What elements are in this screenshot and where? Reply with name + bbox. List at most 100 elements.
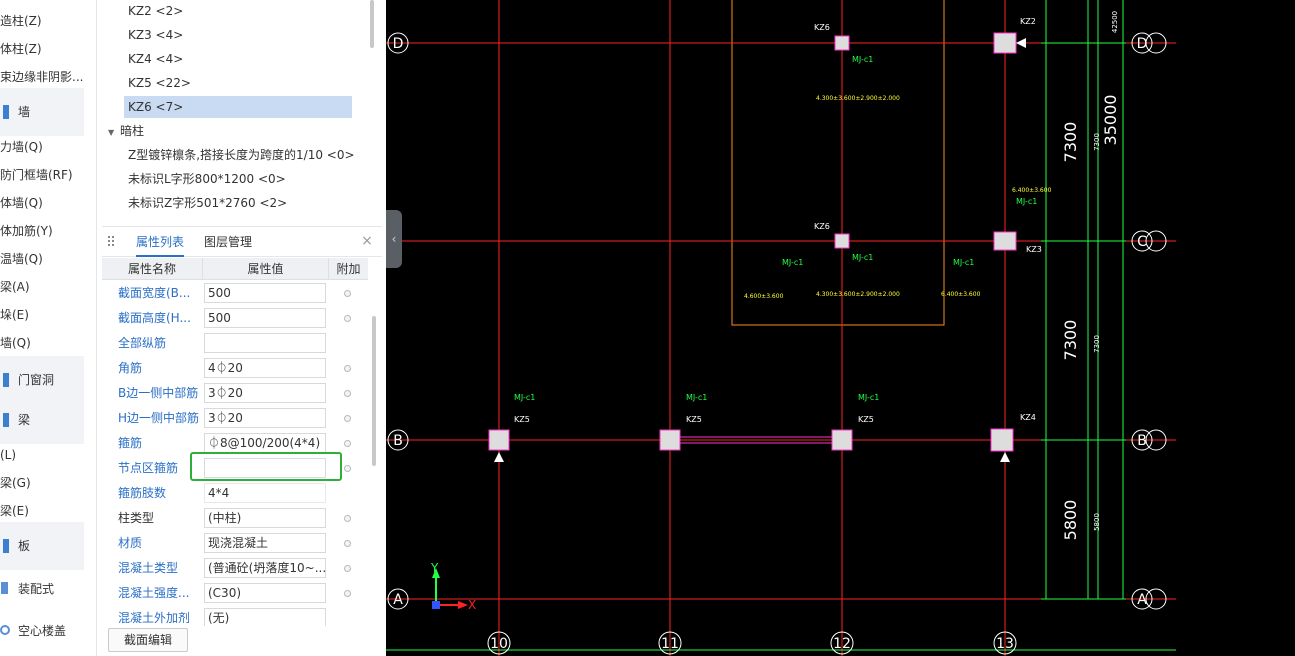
tag-kz5-a: KZ5	[514, 415, 530, 424]
nav-item-hollow-floor[interactable]: 空心楼盖	[18, 620, 66, 642]
prop-value-input[interactable]: 3⏀20	[204, 383, 326, 403]
prop-name: B边一侧中部筋	[118, 386, 199, 400]
nav-item-blast-door-wall[interactable]: 防门框墙(RF)	[0, 164, 73, 186]
nav-item-ring-beam[interactable]: 梁(G)	[0, 472, 31, 494]
prop-name: 箍筋肢数	[118, 486, 167, 500]
prop-name: 角筋	[118, 361, 143, 375]
tag-kz5-b: KZ5	[686, 415, 702, 424]
column-header-name: 属性名称	[127, 262, 176, 276]
nav-item-wall-q[interactable]: 墙(Q)	[0, 332, 31, 354]
vertical-dimension-lines	[1041, 0, 1126, 600]
prop-extra-checkbox[interactable]	[344, 390, 351, 397]
prop-value-input[interactable]: (C30)	[204, 583, 326, 603]
dim-small-7300-mid: 7300	[1093, 335, 1101, 353]
column-header-value: 属性值	[202, 258, 328, 280]
tree-item-l-shape[interactable]: 未标识L字形800*1200 <0>	[124, 168, 286, 190]
collapse-panel-handle[interactable]: ‹	[386, 210, 402, 268]
door-window-icon	[3, 373, 9, 387]
table-row: 材质 现浇混凝土	[102, 531, 368, 556]
prop-extra-checkbox[interactable]	[344, 315, 351, 322]
mj-label: MJ-c1	[686, 393, 707, 402]
prop-extra-checkbox[interactable]	[344, 565, 351, 572]
cad-drawing[interactable]: D B A D C B A 10 11 12 13 7300 7300 5800…	[386, 0, 1295, 656]
nav-item-pier[interactable]: 垛(E)	[0, 304, 29, 326]
property-panel: 属性列表 图层管理 × 属性名称 属性值 附加 截面宽度(B... 500 截面…	[102, 226, 382, 626]
tree-item-kz4[interactable]: KZ4 <4>	[124, 48, 183, 70]
prop-extra-checkbox[interactable]	[344, 540, 351, 547]
column-tags: KZ6 KZ6 KZ2 KZ3 KZ5 KZ5 KZ5 KZ4	[514, 17, 1042, 424]
prop-value-input[interactable]: (中柱)	[204, 508, 326, 528]
wall-icon	[3, 105, 9, 119]
nav-item-beam-a[interactable]: 梁(A)	[0, 276, 30, 298]
close-icon[interactable]: ×	[360, 234, 374, 248]
tree-item-kz5[interactable]: KZ5 <22>	[124, 72, 191, 94]
drag-grip-icon[interactable]	[108, 236, 116, 248]
prop-value-input[interactable]: 现浇混凝土	[204, 533, 326, 553]
nav-item-constructional-column[interactable]: 造柱(Z)	[0, 10, 42, 32]
nav-item-shear-wall[interactable]: 力墙(Q)	[0, 136, 43, 158]
property-scrollbar[interactable]	[372, 316, 376, 466]
nav-group-wall[interactable]: 墙	[0, 88, 84, 136]
prop-name: 截面宽度(B...	[118, 286, 191, 300]
component-category-nav: 造柱(Z) 体柱(Z) 束边缘非阴影... 墙 力墙(Q) 防门框墙(RF) 体…	[0, 0, 97, 656]
table-row: 混凝土类型 (普通砼(坍落度10~...	[102, 556, 368, 581]
nav-item-edge-nonshadow[interactable]: 束边缘非阴影...	[0, 66, 83, 88]
nav-item-l[interactable]: (L)	[0, 444, 16, 466]
cad-drawing-canvas[interactable]: D B A D C B A 10 11 12 13 7300 7300 5800…	[386, 0, 1295, 656]
tree-item-z-shape[interactable]: 未标识Z字形501*2760 <2>	[124, 192, 287, 214]
nav-group-slab[interactable]: 板	[0, 522, 84, 570]
nav-group-beam[interactable]: 梁	[0, 396, 84, 444]
prop-value-input[interactable]: 3⏀20	[204, 408, 326, 428]
prop-value-input[interactable]: 4⏀20	[204, 358, 326, 378]
property-table-header: 属性名称 属性值 附加	[102, 258, 368, 280]
tree-item-kz3[interactable]: KZ3 <4>	[124, 24, 183, 46]
row-label-a: A	[393, 592, 403, 608]
nav-item-beam-e[interactable]: 梁(E)	[0, 500, 29, 522]
nav-item-masonry-column[interactable]: 体柱(Z)	[0, 38, 42, 60]
nav-item-insulation-wall[interactable]: 温墙(Q)	[0, 248, 43, 270]
prop-extra-checkbox[interactable]	[344, 290, 351, 297]
tree-item-z-purlin[interactable]: Z型镀锌檩条,搭接长度为跨度的1/10 <0>	[124, 144, 355, 166]
prop-extra-checkbox[interactable]	[344, 590, 351, 597]
tree-group-hidden-column[interactable]: ▼ 暗柱	[108, 120, 144, 142]
prop-name: 箍筋	[118, 436, 143, 450]
mj-label: MJ-c1	[514, 393, 535, 402]
table-row: 角筋 4⏀20	[102, 356, 368, 381]
row-axis-labels: D B A D C B A	[387, 32, 1167, 610]
prop-extra-checkbox[interactable]	[344, 465, 351, 472]
prop-extra-checkbox[interactable]	[344, 415, 351, 422]
tree-item-kz6[interactable]: KZ6 <7>	[124, 96, 352, 118]
tab-layer-management[interactable]: 图层管理	[204, 227, 252, 257]
prop-value-input[interactable]: (普通砼(坍落度10~...	[204, 558, 326, 578]
prop-name: 截面高度(H...	[118, 311, 191, 325]
prop-extra-checkbox[interactable]	[344, 440, 351, 447]
prop-value-input[interactable]: 4*4	[204, 483, 326, 503]
nav-item-prefab[interactable]: 装配式	[18, 578, 54, 600]
slab-icon	[3, 539, 9, 553]
prop-value-input[interactable]: (无)	[204, 608, 326, 626]
tree-scrollbar[interactable]	[370, 0, 374, 48]
prop-value-input[interactable]: 500	[204, 283, 326, 303]
prop-value-input[interactable]: ⏀8@100/200(4*4)	[204, 433, 326, 453]
nav-item-masonry-wall[interactable]: 体墙(Q)	[0, 192, 43, 214]
tree-group-label: 暗柱	[120, 124, 145, 138]
prop-value-input[interactable]: 500	[204, 308, 326, 328]
hollow-floor-icon	[0, 625, 10, 635]
prop-extra-checkbox[interactable]	[344, 365, 351, 372]
nav-item-masonry-rebar[interactable]: 体加筋(Y)	[0, 220, 53, 242]
dim-text-7300-top: 7300	[1061, 122, 1080, 163]
prop-name: 全部纵筋	[118, 336, 167, 350]
dim-small-7300-top: 7300	[1093, 133, 1101, 151]
tree-item-kz2[interactable]: KZ2 <2>	[124, 0, 183, 22]
app-window: 造柱(Z) 体柱(Z) 束边缘非阴影... 墙 力墙(Q) 防门框墙(RF) 体…	[0, 0, 1295, 656]
ucs-y-label: Y	[430, 561, 439, 575]
prop-extra-checkbox[interactable]	[344, 515, 351, 522]
prop-value-input[interactable]	[204, 333, 326, 353]
tab-property-list[interactable]: 属性列表	[136, 227, 185, 257]
nav-group-label: 墙	[18, 105, 31, 119]
section-edit-button[interactable]: 截面编辑	[108, 628, 188, 652]
highlight-annotation-box	[190, 452, 342, 481]
column-markers	[488, 32, 1026, 462]
nav-group-label: 板	[18, 539, 31, 553]
mj-label: MJ-c1	[953, 258, 974, 267]
